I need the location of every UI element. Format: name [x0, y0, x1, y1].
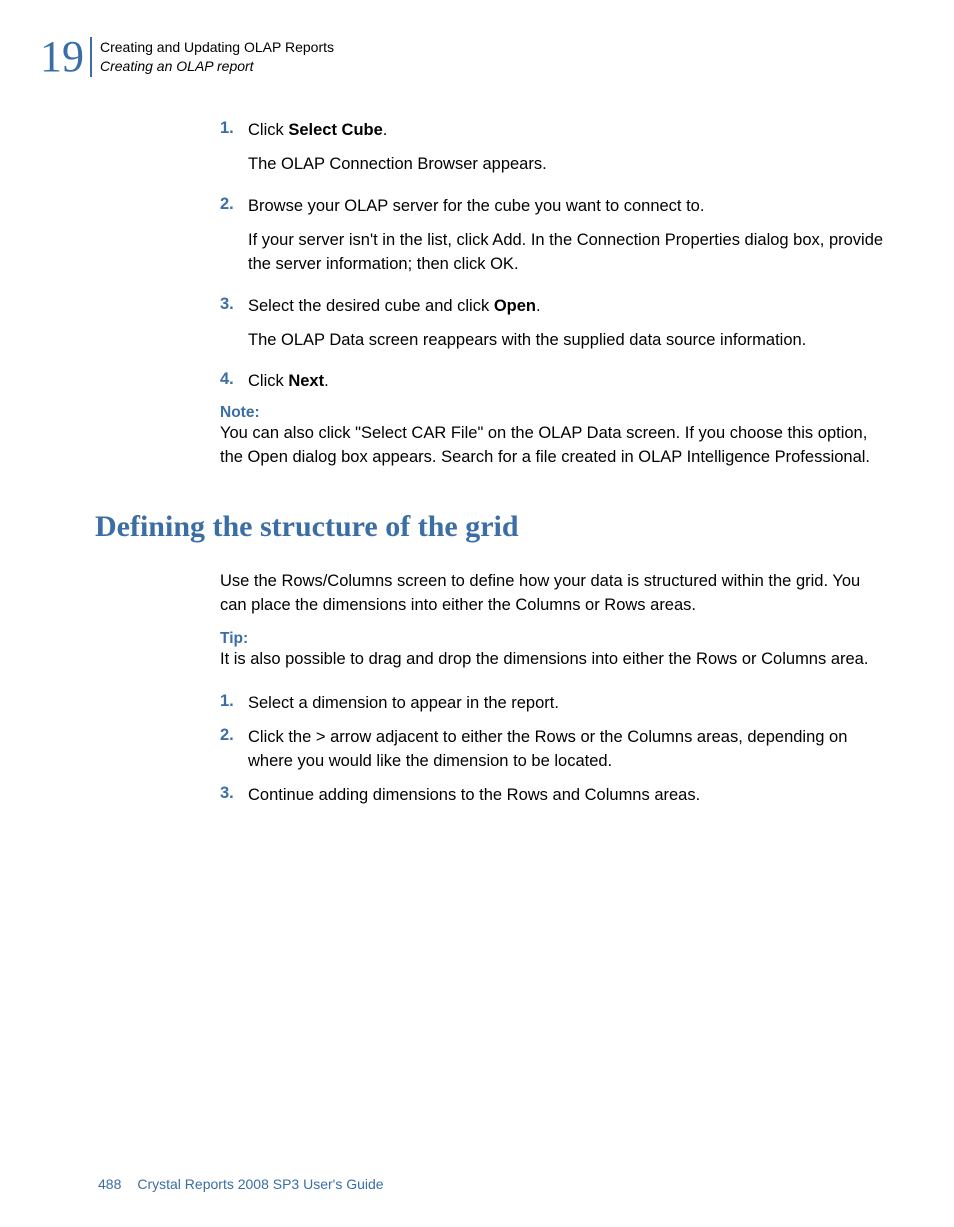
- step-prefix: Click: [248, 372, 288, 390]
- main-content: 1. Click Select Cube. The OLAP Connectio…: [40, 119, 884, 470]
- step-number: 1.: [220, 119, 248, 143]
- step-text: Click Select Cube.: [248, 119, 387, 143]
- section-heading: Defining the structure of the grid: [40, 510, 884, 544]
- step-text: Click Next.: [248, 370, 329, 394]
- page-number: 488: [98, 1176, 121, 1192]
- step-number: 4.: [220, 370, 248, 394]
- step-number: 3.: [220, 295, 248, 319]
- step-text: Continue adding dimensions to the Rows a…: [248, 784, 700, 808]
- header-subtitle: Creating an OLAP report: [100, 57, 334, 76]
- step-number: 2.: [220, 726, 248, 774]
- chapter-number: 19: [40, 35, 90, 79]
- page-footer: 488 Crystal Reports 2008 SP3 User's Guide: [98, 1176, 384, 1192]
- page-header: 19 Creating and Updating OLAP Reports Cr…: [40, 35, 884, 79]
- step-bold: Open: [494, 297, 536, 315]
- tip-label: Tip:: [220, 630, 884, 648]
- section-intro: Use the Rows/Columns screen to define ho…: [220, 570, 884, 618]
- note-body: You can also click "Select CAR File" on …: [220, 422, 884, 470]
- step-text: Select a dimension to appear in the repo…: [248, 692, 559, 716]
- step-text: Select the desired cube and click Open.: [248, 295, 541, 319]
- step-suffix: .: [324, 372, 329, 390]
- step-number: 1.: [220, 692, 248, 716]
- step-item: 1. Select a dimension to appear in the r…: [220, 692, 884, 716]
- step-suffix: .: [383, 121, 388, 139]
- step-description: The OLAP Data screen reappears with the …: [248, 329, 884, 353]
- section-content: Use the Rows/Columns screen to define ho…: [40, 570, 884, 807]
- step-item: 3. Select the desired cube and click Ope…: [220, 295, 884, 319]
- step-item: 1. Click Select Cube.: [220, 119, 884, 143]
- step-description: If your server isn't in the list, click …: [248, 229, 884, 277]
- step-number: 2.: [220, 195, 248, 219]
- step-bold: Next: [288, 372, 324, 390]
- step-number: 3.: [220, 784, 248, 808]
- step-item: 2. Browse your OLAP server for the cube …: [220, 195, 884, 219]
- step-bold: Select Cube: [288, 121, 382, 139]
- step-item: 4. Click Next.: [220, 370, 884, 394]
- step-item: 2. Click the > arrow adjacent to either …: [220, 726, 884, 774]
- step-description: The OLAP Connection Browser appears.: [248, 153, 884, 177]
- step-text: Browse your OLAP server for the cube you…: [248, 195, 704, 219]
- note-label: Note:: [220, 404, 884, 422]
- footer-title: Crystal Reports 2008 SP3 User's Guide: [137, 1176, 383, 1192]
- tip-body: It is also possible to drag and drop the…: [220, 648, 884, 672]
- step-suffix: .: [536, 297, 541, 315]
- header-title: Creating and Updating OLAP Reports: [100, 38, 334, 57]
- step-prefix: Select the desired cube and click: [248, 297, 494, 315]
- header-divider: [90, 37, 92, 77]
- header-text-block: Creating and Updating OLAP Reports Creat…: [100, 38, 334, 76]
- page-container: 19 Creating and Updating OLAP Reports Cr…: [0, 0, 954, 1227]
- step-prefix: Click: [248, 121, 288, 139]
- step-text: Click the > arrow adjacent to either the…: [248, 726, 884, 774]
- step-item: 3. Continue adding dimensions to the Row…: [220, 784, 884, 808]
